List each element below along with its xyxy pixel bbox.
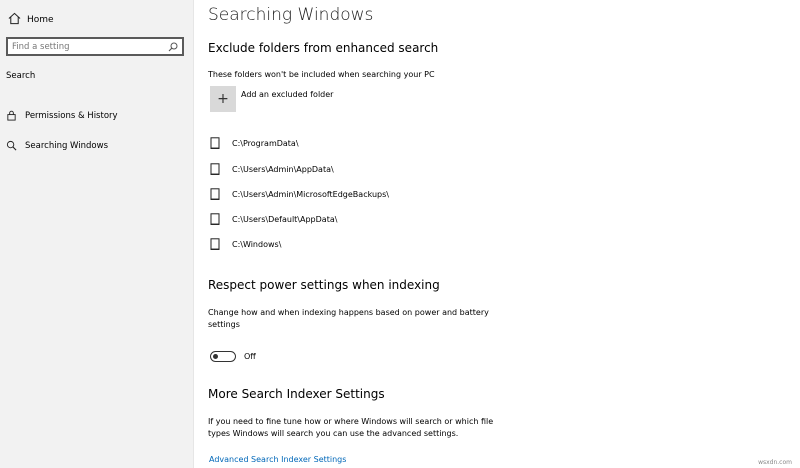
indexer-settings-heading: More Search Indexer Settings [208,387,385,401]
search-icon [6,136,17,155]
folder-icon [210,134,220,153]
exclude-folders-description: These folders won't be included when sea… [208,70,435,79]
folder-icon [210,160,220,179]
folder-path: C:\Users\Admin\MicrosoftEdgeBackups\ [232,190,389,199]
toggle-knob [213,353,218,359]
sidebar-item-label: Searching Windows [25,140,108,151]
exclude-folders-heading: Exclude folders from enhanced search [208,41,439,55]
folder-icon [210,210,220,229]
folder-path: C:\Windows\ [232,240,282,249]
power-settings-description: Change how and when indexing happens bas… [208,308,489,329]
excluded-folder-item[interactable]: C:\Users\Default\AppData\ [210,210,337,229]
lock-icon [6,106,17,125]
excluded-folder-item[interactable]: C:\Users\Admin\MicrosoftEdgeBackups\ [210,185,389,204]
power-settings-heading: Respect power settings when indexing [208,278,440,292]
folder-icon [210,235,220,254]
add-excluded-folder-button[interactable]: + [210,86,236,112]
folder-icon [210,185,220,204]
plus-icon: + [217,91,229,107]
home-icon [8,10,21,29]
home-label: Home [27,14,54,25]
main-content: Searching Windows Exclude folders from e… [193,0,800,468]
excluded-folder-item[interactable]: C:\Windows\ [210,235,281,254]
indexer-settings-description: If you need to fine tune how or where Wi… [208,417,494,438]
excluded-folder-item[interactable]: C:\Users\Admin\AppData\ [210,160,334,179]
watermark: wsxdn.com [758,459,792,466]
page-title: Searching Windows [208,5,374,25]
sidebar-item-label: Permissions & History [25,110,118,121]
folder-path: C:\Users\Default\AppData\ [232,215,338,224]
add-excluded-folder-label[interactable]: Add an excluded folder [241,90,333,99]
sidebar-item-searching-windows[interactable]: Searching Windows [6,136,108,155]
folder-path: C:\ProgramData\ [232,139,299,148]
sidebar: Home Search Permissions & History Search… [0,0,194,468]
settings-search-input[interactable] [8,41,166,52]
folder-path: C:\Users\Admin\AppData\ [232,165,334,174]
settings-search-box[interactable] [6,37,184,56]
toggle-state-label: Off [244,352,256,361]
sidebar-section-search: Search [6,71,36,81]
home-nav-item[interactable]: Home [8,10,54,29]
excluded-folder-item[interactable]: C:\ProgramData\ [210,134,299,153]
respect-power-toggle[interactable] [210,351,236,362]
advanced-indexer-settings-link[interactable]: Advanced Search Indexer Settings [209,455,346,464]
sidebar-item-permissions-history[interactable]: Permissions & History [6,106,118,125]
